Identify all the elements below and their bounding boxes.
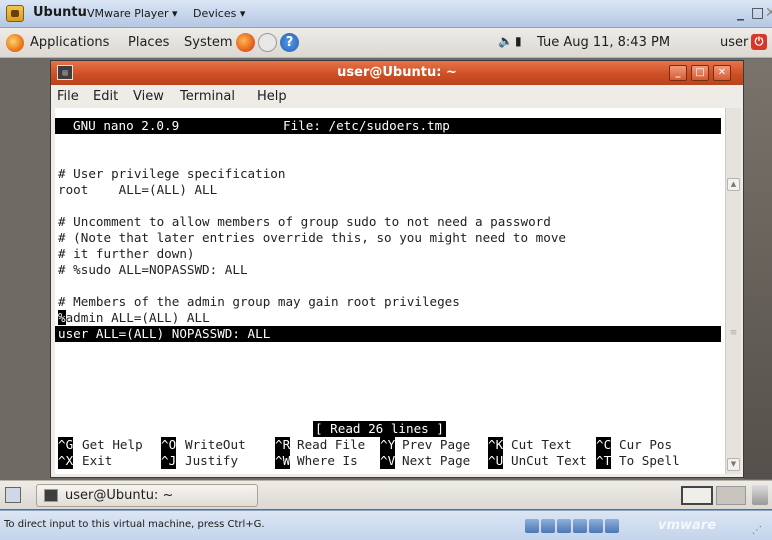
taskbar-terminal-button[interactable]: user@Ubuntu: ~ xyxy=(36,484,258,507)
shortcut-justify: Justify xyxy=(185,453,239,468)
shortcut-key: ^J xyxy=(161,453,177,469)
firefox-icon[interactable] xyxy=(236,33,255,52)
show-desktop-icon[interactable] xyxy=(5,487,21,503)
shortcut-uncut-text: UnCut Text xyxy=(511,453,587,468)
shortcut-get-help: Get Help xyxy=(82,437,143,452)
vmware-app-icon xyxy=(6,5,24,22)
nano-line-cursor: %admin ALL=(ALL) ALL xyxy=(58,310,210,326)
scroll-down-arrow-icon[interactable]: ▼ xyxy=(727,458,740,471)
shortcut-read-file: Read File xyxy=(297,437,366,452)
shortcut-key: ^T xyxy=(596,453,612,469)
nano-line: # (Note that later entries override this… xyxy=(58,230,566,245)
applications-menu[interactable]: Applications xyxy=(30,35,109,50)
vm-maximize-button[interactable]: □ xyxy=(751,5,764,21)
shortcut-next-page: Next Page xyxy=(402,453,471,468)
vmware-player-menu[interactable]: VMware Player ▾ xyxy=(87,7,178,20)
network-icon[interactable]: ▮ xyxy=(515,34,522,48)
shortcut-where-is: Where Is xyxy=(297,453,358,468)
terminal-window: ▤ user@Ubuntu: ~ _ □ ✕ File Edit View Te… xyxy=(50,60,744,478)
vmware-status-bar: To direct input to this virtual machine,… xyxy=(0,510,772,540)
terminal-titlebar[interactable]: ▤ user@Ubuntu: ~ _ □ ✕ xyxy=(51,61,743,85)
vm-minimize-button[interactable]: _ xyxy=(737,5,744,21)
shortcut-key: ^X xyxy=(58,453,74,469)
shortcut-key: ^V xyxy=(380,453,396,469)
floppy-icon[interactable] xyxy=(557,519,571,533)
taskbar-label: user@Ubuntu: ~ xyxy=(65,488,174,503)
nano-line-text: admin ALL=(ALL) ALL xyxy=(65,310,210,325)
message-icon[interactable] xyxy=(605,519,619,533)
ubuntu-logo-icon[interactable] xyxy=(6,34,24,52)
nano-line: root ALL=(ALL) ALL xyxy=(58,182,218,197)
vmware-status-text: To direct input to this virtual machine,… xyxy=(4,519,265,530)
network-adapter-icon[interactable] xyxy=(525,519,539,533)
sound-icon[interactable] xyxy=(589,519,603,533)
scroll-up-arrow-icon[interactable]: ▲ xyxy=(727,178,740,191)
help-icon[interactable]: ? xyxy=(280,33,299,52)
menu-edit[interactable]: Edit xyxy=(93,89,118,104)
shortcut-key: ^K xyxy=(488,437,504,453)
clock[interactable]: Tue Aug 11, 8:43 PM xyxy=(537,35,670,50)
vmware-logo: vmware xyxy=(658,518,717,533)
scroll-thumb[interactable]: ≡ xyxy=(728,323,739,343)
shortcut-cut-text: Cut Text xyxy=(511,437,572,452)
shortcut-key: ^O xyxy=(161,437,177,453)
shortcut-key: ^W xyxy=(275,453,291,469)
terminal-maximize-button[interactable]: □ xyxy=(691,65,709,81)
volume-icon[interactable]: 🔈 xyxy=(498,34,513,48)
system-menu[interactable]: System xyxy=(184,35,232,50)
power-icon[interactable]: ⏻ xyxy=(751,34,767,50)
shortcut-exit: Exit xyxy=(82,453,113,468)
nano-header-bar: GNU nano 2.0.9 File: /etc/sudoers.tmp xyxy=(55,118,721,134)
terminal-scrollbar[interactable]: ▲ ≡ ▼ xyxy=(725,108,741,474)
workspace-2[interactable] xyxy=(716,486,746,505)
vm-close-button[interactable]: ✕ xyxy=(765,5,772,21)
gnome-top-panel: Applications Places System ? 🔈 ▮ Tue Aug… xyxy=(0,28,772,58)
shortcut-writeout: WriteOut xyxy=(185,437,246,452)
nano-editor[interactable]: GNU nano 2.0.9 File: /etc/sudoers.tmp # … xyxy=(55,108,725,474)
places-menu[interactable]: Places xyxy=(128,35,169,50)
shortcut-to-spell: To Spell xyxy=(619,453,680,468)
text-cursor: % xyxy=(58,310,66,325)
terminal-minimize-button[interactable]: _ xyxy=(669,65,687,81)
nano-line: # Uncomment to allow members of group su… xyxy=(58,214,551,229)
usb-icon[interactable] xyxy=(573,519,587,533)
resize-grip-icon[interactable]: ⋰ xyxy=(752,525,762,536)
shortcut-prev-page: Prev Page xyxy=(402,437,471,452)
shortcut-key: ^R xyxy=(275,437,291,453)
gnome-bottom-panel: user@Ubuntu: ~ xyxy=(0,480,772,509)
shortcut-cur-pos: Cur Pos xyxy=(619,437,673,452)
mail-icon[interactable] xyxy=(258,33,277,52)
desktop-edge xyxy=(744,59,772,479)
nano-filename: File: /etc/sudoers.tmp xyxy=(283,118,450,133)
nano-line: # it further down) xyxy=(58,246,195,261)
terminal-close-button[interactable]: ✕ xyxy=(713,65,731,81)
terminal-menubar: File Edit View Terminal Help xyxy=(51,85,743,107)
user-menu[interactable]: user xyxy=(720,35,748,50)
nano-line: # %sudo ALL=NOPASSWD: ALL xyxy=(58,262,248,277)
nano-line: # Members of the admin group may gain ro… xyxy=(58,294,460,309)
menu-file[interactable]: File xyxy=(57,89,79,104)
cd-drive-icon[interactable] xyxy=(541,519,555,533)
vmware-titlebar: Ubuntu VMware Player ▾ Devices ▾ _ □ ✕ xyxy=(0,0,772,28)
vmware-window-title: Ubuntu xyxy=(33,5,87,20)
menu-terminal[interactable]: Terminal xyxy=(180,89,235,104)
shortcut-key: ^G xyxy=(58,437,74,453)
menu-view[interactable]: View xyxy=(133,89,164,104)
shortcut-key: ^C xyxy=(596,437,612,453)
devices-menu[interactable]: Devices ▾ xyxy=(193,7,245,20)
nano-version: GNU nano 2.0.9 xyxy=(73,118,180,133)
shortcut-key: ^U xyxy=(488,453,504,469)
vmware-device-icons xyxy=(525,518,637,534)
trash-icon[interactable] xyxy=(752,485,768,505)
nano-status-message: [ Read 26 lines ] xyxy=(313,421,446,437)
terminal-task-icon xyxy=(44,489,58,502)
workspace-1[interactable] xyxy=(681,486,713,505)
menu-help[interactable]: Help xyxy=(257,89,287,104)
terminal-title: user@Ubuntu: ~ xyxy=(337,65,457,80)
shortcut-key: ^Y xyxy=(380,437,396,453)
nano-line: # User privilege specification xyxy=(58,166,286,181)
nano-line-highlighted: user ALL=(ALL) NOPASSWD: ALL xyxy=(55,326,721,342)
